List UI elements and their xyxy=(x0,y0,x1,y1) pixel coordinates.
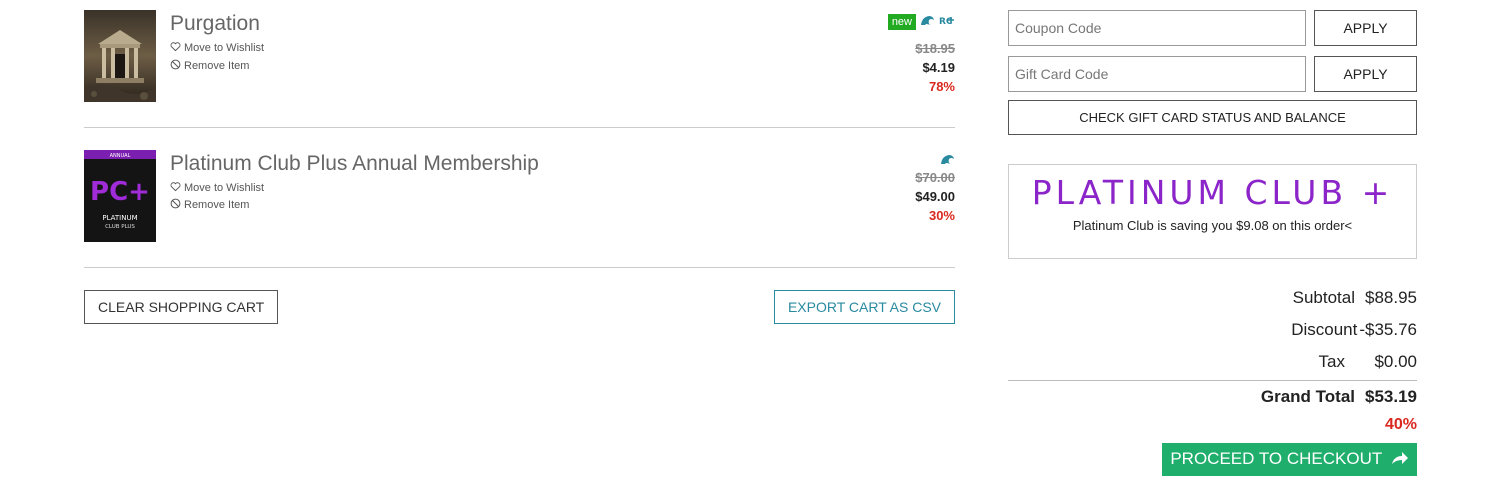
platinum-club-promo: PLATINUM CLUB + Platinum Club is saving … xyxy=(1008,164,1417,259)
remove-item-link[interactable]: Remove Item xyxy=(170,198,249,212)
platinum-club-logo: PLATINUM CLUB + xyxy=(1031,173,1394,212)
check-gift-card-balance-button[interactable]: CHECK GIFT CARD STATUS AND BALANCE xyxy=(1008,100,1417,135)
discount-value: -$35.76 xyxy=(1359,320,1417,339)
rc-plus-icon: RC xyxy=(939,13,955,31)
remove-item-label: Remove Item xyxy=(184,199,250,211)
grand-total-label: Grand Total xyxy=(1260,387,1355,406)
cart-item: ANNUAL PC+ PLATINUM CLUB PLUS Platinum C… xyxy=(84,128,955,268)
remove-item-label: Remove Item xyxy=(184,60,250,72)
product-thumbnail-purgation[interactable] xyxy=(84,10,156,102)
coupon-code-input[interactable] xyxy=(1008,10,1306,46)
original-price: $70.00 xyxy=(915,170,955,185)
item-badges: new RC xyxy=(887,13,955,31)
discount-percent: 78% xyxy=(928,79,955,94)
apply-gift-card-button[interactable]: APPLY xyxy=(1314,56,1417,92)
thumb-logo-text: PC+ xyxy=(90,177,150,207)
total-savings-percent: 40% xyxy=(1384,416,1417,433)
ban-icon xyxy=(170,59,181,73)
sale-price: $4.19 xyxy=(922,60,955,75)
proceed-to-checkout-button[interactable]: PROCEED TO CHECKOUT xyxy=(1162,443,1417,476)
share-arrow-icon xyxy=(1391,450,1409,470)
cart-list: Purgation Move to Wishlist Remove Item n… xyxy=(84,0,955,268)
gift-card-row: APPLY xyxy=(1008,56,1417,92)
ban-icon xyxy=(170,198,181,212)
thumb-caption-1: PLATINUM xyxy=(102,214,137,222)
heart-icon xyxy=(170,181,181,195)
order-sidebar: APPLY APPLY CHECK GIFT CARD STATUS AND B… xyxy=(1008,10,1417,476)
new-badge: new xyxy=(887,14,916,30)
move-to-wishlist-link[interactable]: Move to Wishlist xyxy=(170,181,264,195)
remove-item-link[interactable]: Remove Item xyxy=(170,59,249,73)
apply-coupon-button[interactable]: APPLY xyxy=(1314,10,1417,46)
order-totals: Subtotal $88.95 Discount -$35.76 Tax $0.… xyxy=(1008,282,1417,476)
item-prices: $18.95 $4.19 78% xyxy=(915,39,955,96)
grand-total-row: Grand Total $53.19 xyxy=(1008,381,1417,413)
thumb-caption-2: CLUB PLUS xyxy=(105,224,135,230)
tax-label: Tax xyxy=(1318,352,1345,371)
move-to-wishlist-link[interactable]: Move to Wishlist xyxy=(170,41,264,55)
item-title[interactable]: Platinum Club Plus Annual Membership xyxy=(170,152,539,176)
checkout-label: PROCEED TO CHECKOUT xyxy=(1170,449,1382,469)
sale-price: $49.00 xyxy=(915,189,955,204)
platinum-savings-text: Platinum Club is saving you $9.08 on thi… xyxy=(1072,218,1353,233)
discount-label: Discount xyxy=(1291,320,1358,339)
thumb-annual-label: ANNUAL xyxy=(110,153,131,159)
tax-row: Tax $0.00 xyxy=(1008,346,1417,378)
heart-icon xyxy=(170,41,181,55)
tax-value: $0.00 xyxy=(1374,352,1417,371)
discount-percent: 30% xyxy=(928,208,955,223)
move-to-wishlist-label: Move to Wishlist xyxy=(184,182,265,194)
export-cart-csv-button[interactable]: EXPORT CART AS CSV xyxy=(773,290,955,324)
coupon-row: APPLY xyxy=(1008,10,1417,46)
grand-total-value: $53.19 xyxy=(1365,387,1417,406)
original-price: $18.95 xyxy=(915,41,955,56)
gift-card-code-input[interactable] xyxy=(1008,56,1306,92)
subtotal-value: $88.95 xyxy=(1365,288,1417,307)
item-title[interactable]: Purgation xyxy=(170,12,260,36)
subtotal-label: Subtotal xyxy=(1292,288,1355,307)
cart-actions: CLEAR SHOPPING CART EXPORT CART AS CSV xyxy=(84,290,955,324)
clear-shopping-cart-button[interactable]: CLEAR SHOPPING CART xyxy=(84,290,279,324)
subtotal-row: Subtotal $88.95 xyxy=(1008,282,1417,314)
cart-item: Purgation Move to Wishlist Remove Item n… xyxy=(84,0,955,128)
discount-row: Discount -$35.76 xyxy=(1008,314,1417,346)
dolphin-icon xyxy=(920,13,935,31)
item-prices: $70.00 $49.00 30% xyxy=(915,168,955,225)
product-thumbnail-platinum-club[interactable]: ANNUAL PC+ PLATINUM CLUB PLUS xyxy=(84,150,156,242)
move-to-wishlist-label: Move to Wishlist xyxy=(184,42,265,54)
